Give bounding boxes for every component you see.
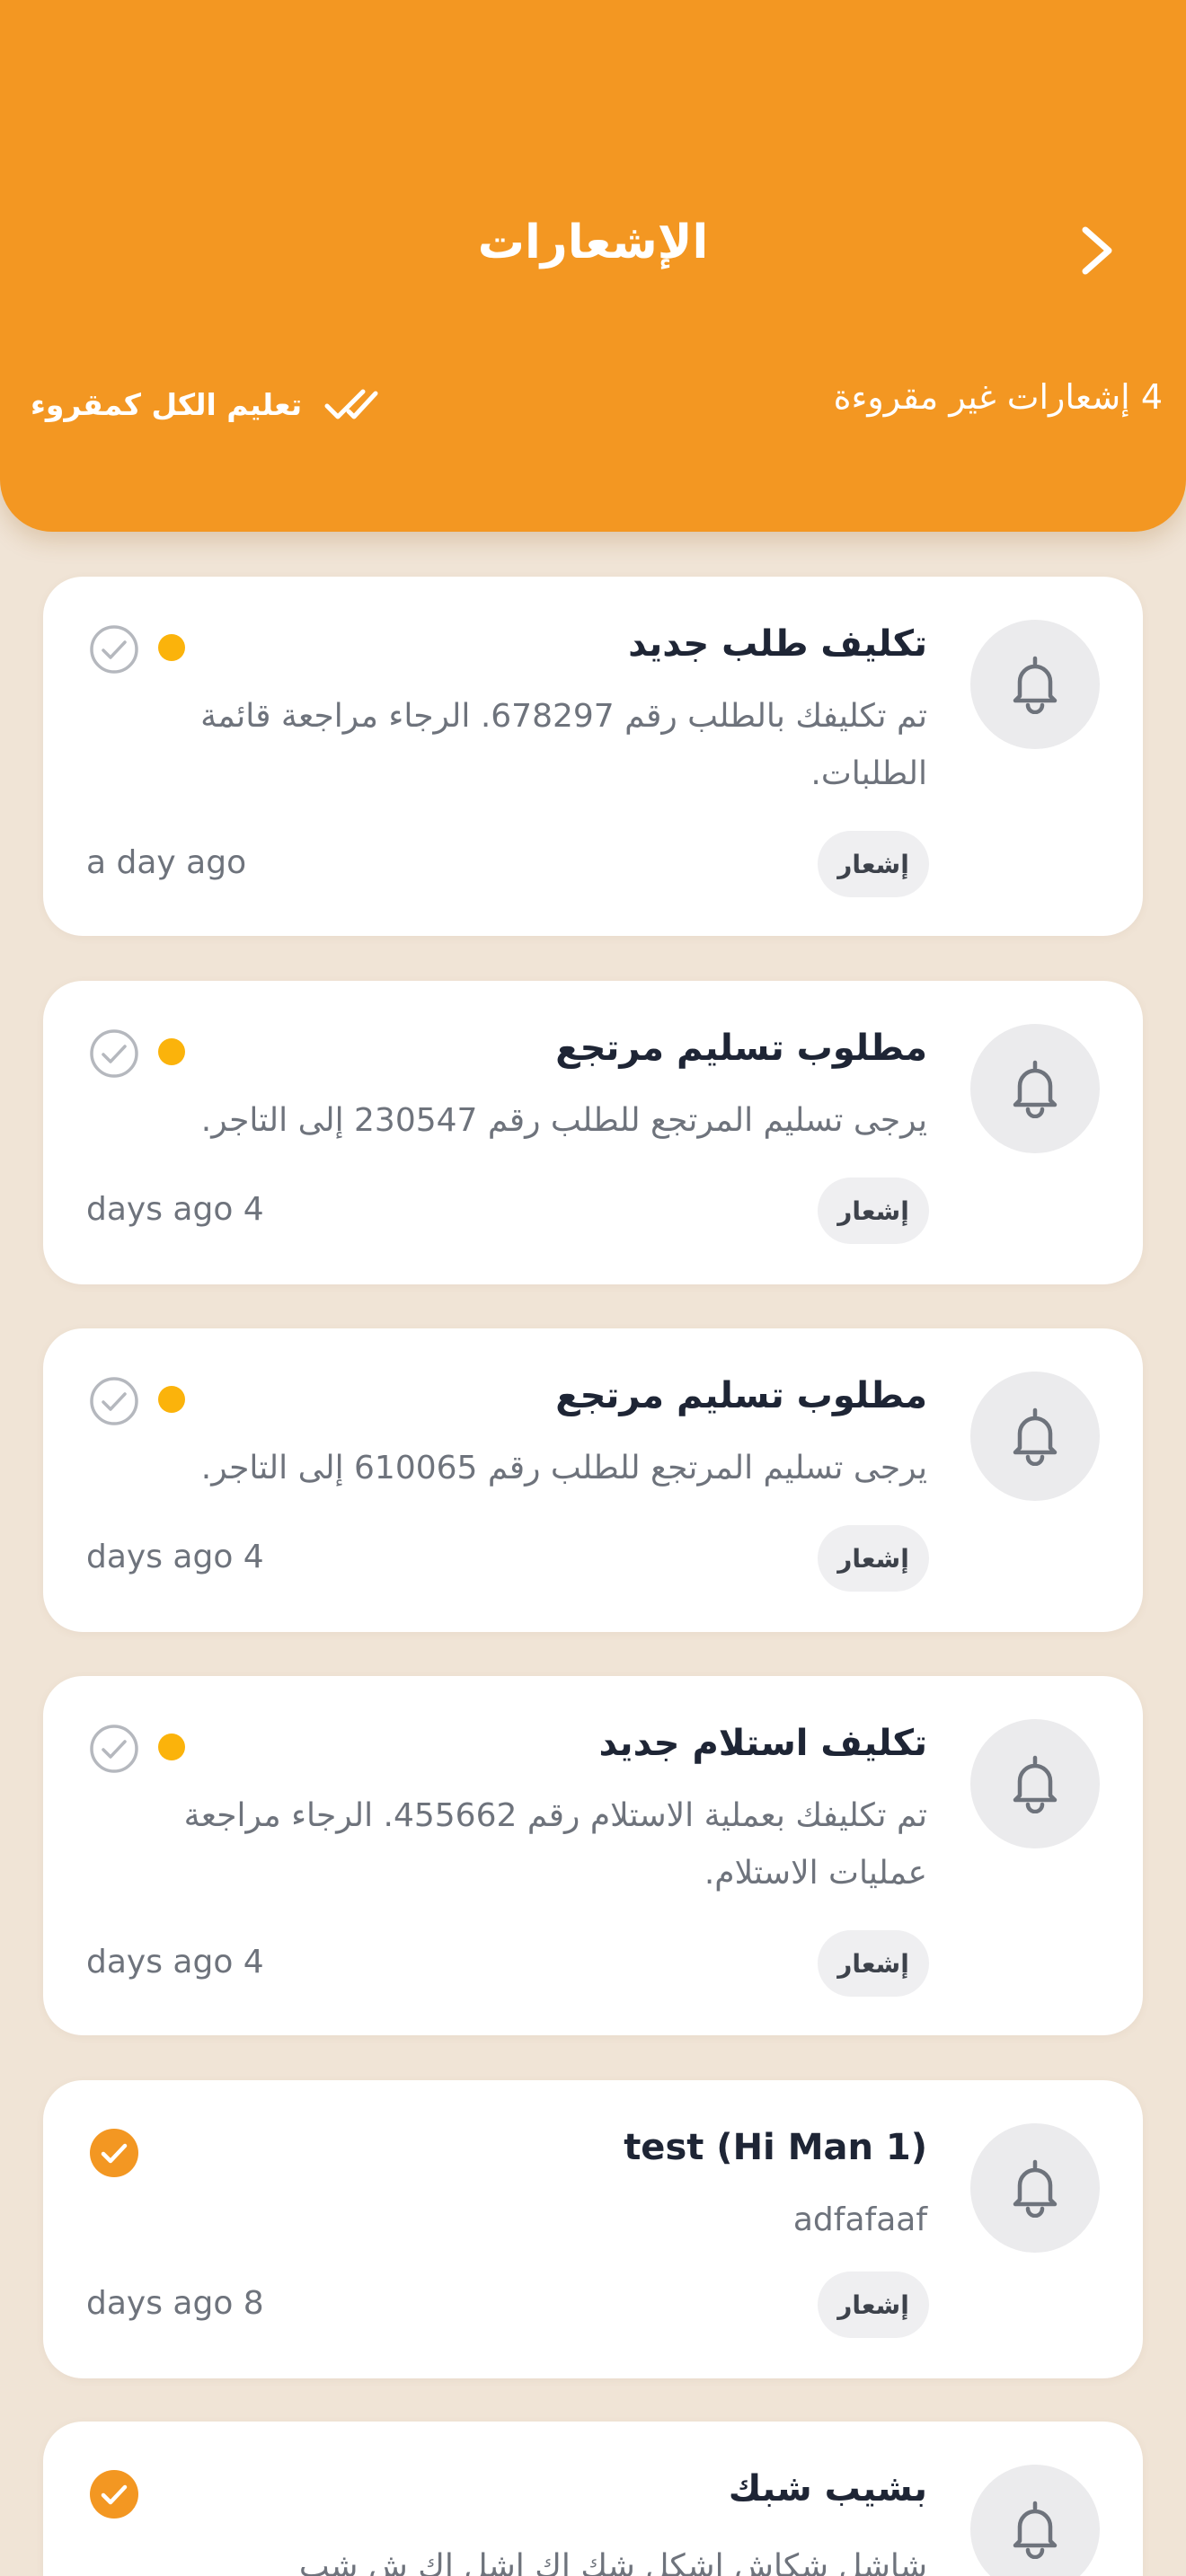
notification-type-badge: إشعار [818, 1178, 929, 1244]
bell-icon [1013, 656, 1058, 714]
notification-time: days ago 8 [86, 2285, 264, 2322]
read-status-indicator [88, 2468, 140, 2520]
read-status-indicator [88, 2127, 140, 2179]
check-circle-filled-icon [90, 2470, 138, 2519]
notification-body: تم تكليفك بالطلب رقم 678297. الرجاء مراج… [200, 698, 927, 792]
unread-dot [158, 1038, 185, 1065]
mark-all-read-button[interactable]: تعليم الكل كمقروء [31, 377, 379, 431]
bell-icon [1013, 1407, 1058, 1466]
bell-icon [1013, 2159, 1058, 2218]
notification-type-badge: إشعار [818, 1930, 929, 1997]
bell-icon [1013, 2501, 1058, 2559]
notification-card[interactable]: مطلوب تسليم مرتجع يرجى تسليم المرتجع للط… [43, 981, 1143, 1284]
mark-read-button[interactable] [88, 1375, 140, 1427]
notification-time: days ago 4 [86, 1944, 264, 1981]
notification-title: بشيب شبك [728, 2468, 927, 2510]
header-bar: الإشعارات 4 إشعارات غير مقروءة تعليم الك… [0, 0, 1186, 532]
check-circle-outline-icon [90, 625, 138, 674]
unread-count-label: 4 إشعارات غير مقروءة [833, 377, 1163, 417]
bell-icon-circle [970, 2465, 1100, 2576]
chevron-right-icon [1082, 226, 1112, 275]
notification-type-badge: إشعار [818, 831, 929, 897]
double-check-icon [324, 389, 378, 419]
notification-title: تكليف طلب جديد [628, 623, 927, 665]
bell-icon-circle [970, 1719, 1100, 1848]
unread-dot [158, 1734, 185, 1760]
notification-body: شاشل شكاش اشكل شك اك اشل اك ش شب [298, 2548, 927, 2576]
notification-body: تم تكليفك بعملية الاستلام رقم 455662. ال… [183, 1797, 927, 1892]
bell-icon-circle [970, 620, 1100, 749]
notification-title: مطلوب تسليم مرتجع [555, 1028, 927, 1069]
unread-dot [158, 1386, 185, 1413]
mark-all-read-label: تعليم الكل كمقروء [31, 386, 303, 422]
bell-icon-circle [970, 2123, 1100, 2253]
check-circle-outline-icon [90, 1725, 138, 1773]
notification-title: test (Hi Man 1) [624, 2127, 927, 2168]
notification-card[interactable]: test (Hi Man 1) adfafaaf days ago 8 إشعا… [43, 2080, 1143, 2378]
unread-dot [158, 634, 185, 661]
notification-body: adfafaaf [792, 2201, 927, 2238]
back-button[interactable] [1069, 219, 1123, 282]
notification-type-badge: إشعار [818, 1525, 929, 1592]
notification-time: days ago 4 [86, 1539, 264, 1575]
notification-time: days ago 4 [86, 1191, 264, 1228]
check-circle-outline-icon [90, 1377, 138, 1425]
page-title: الإشعارات [477, 216, 709, 269]
notification-type-badge: إشعار [818, 2272, 929, 2338]
bell-icon-circle [970, 1024, 1100, 1153]
notification-card[interactable]: بشيب شبك شاشل شكاش اشكل شك اك اشل اك ش ش… [43, 2422, 1143, 2576]
notification-title: مطلوب تسليم مرتجع [555, 1375, 927, 1416]
notification-body: يرجى تسليم المرتجع للطلب رقم 230547 إلى … [200, 1102, 927, 1139]
bell-icon-circle [970, 1372, 1100, 1501]
notification-time: a day ago [86, 844, 247, 881]
notification-body: يرجى تسليم المرتجع للطلب رقم 610065 إلى … [200, 1450, 927, 1486]
notification-card[interactable]: تكليف استلام جديد تم تكليفك بعملية الاست… [43, 1676, 1143, 2035]
mark-read-button[interactable] [88, 1723, 140, 1775]
check-circle-filled-icon [90, 2129, 138, 2177]
bell-icon [1013, 1755, 1058, 1813]
notification-title: تكليف استلام جديد [598, 1723, 927, 1764]
mark-read-button[interactable] [88, 623, 140, 675]
bell-icon [1013, 1060, 1058, 1118]
notification-card[interactable]: مطلوب تسليم مرتجع يرجى تسليم المرتجع للط… [43, 1328, 1143, 1632]
notification-card[interactable]: تكليف طلب جديد تم تكليفك بالطلب رقم 6782… [43, 577, 1143, 936]
check-circle-outline-icon [90, 1029, 138, 1078]
mark-read-button[interactable] [88, 1028, 140, 1080]
